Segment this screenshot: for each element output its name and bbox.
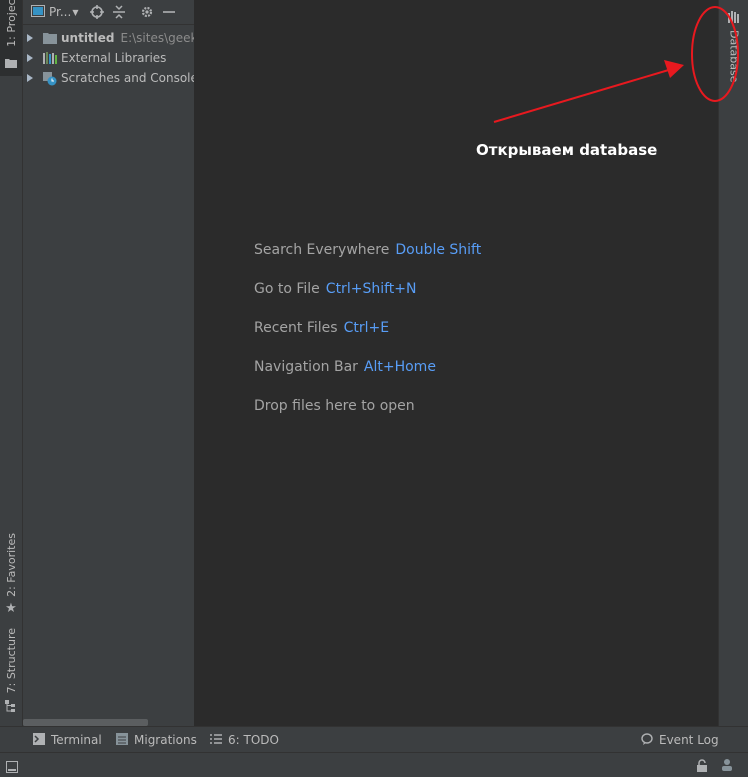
database-tool-tab[interactable]: Database [719,8,748,83]
gear-icon[interactable] [136,1,158,23]
tree-item-label: External Libraries [61,51,167,65]
structure-tab-label: 7: Structure [4,627,18,693]
database-icon [728,8,740,27]
project-panel: Pr... ▼ untitled E:\sites\geekbra [23,0,195,726]
locate-icon[interactable] [86,1,108,23]
hint-shortcut: Alt+Home [363,359,436,375]
migrations-tab-label: Migrations [134,733,197,747]
inspector-icon[interactable] [720,757,734,776]
bottom-tool-bar: Terminal Migrations 6: TODO Event Log [0,726,748,753]
project-panel-toolbar: Pr... ▼ [23,0,194,25]
scratches-icon [43,72,57,86]
left-tool-stripe: 1: Project 2: Favorites ★ 7: Structure [0,0,23,726]
hint-text: Drop files here to open [254,398,415,414]
hint-text: Search Everywhere [254,242,390,258]
list-icon [210,733,222,748]
project-view-selector[interactable]: Pr... ▼ [31,4,79,20]
hint-shortcut: Ctrl+Shift+N [325,281,417,297]
project-tree: untitled E:\sites\geekbra External Libra… [23,25,194,88]
editor-area: Search Everywhere Double Shift Go to File… [195,0,718,726]
tree-item-scratches[interactable]: Scratches and Consoles [23,68,194,88]
favorites-tab-label: 2: Favorites [4,533,18,597]
expand-arrow-icon[interactable] [27,34,33,42]
hint-shortcut: Double Shift [395,242,482,258]
database-tab-label: Database [727,30,741,83]
structure-icon [5,697,17,716]
migrations-icon [116,732,128,748]
folder-icon [43,32,57,44]
todo-tab[interactable]: 6: TODO [210,733,279,748]
project-tool-tab[interactable]: 1: Project [0,0,22,76]
chevron-down-icon: ▼ [72,7,79,17]
star-icon: ★ [5,601,17,616]
terminal-tab-label: Terminal [51,733,102,747]
favorites-tool-tab[interactable]: 2: Favorites ★ [0,533,22,620]
library-icon [43,52,57,64]
project-view-label: Pr... [49,5,72,19]
folder-icon [5,53,17,72]
hint-drop-files: Drop files here to open [254,398,415,414]
hint-text: Go to File [254,281,320,297]
hint-go-to-file: Go to File Ctrl+Shift+N [254,281,416,297]
hint-shortcut: Ctrl+E [343,320,390,336]
migrations-tab[interactable]: Migrations [116,732,197,748]
hint-text: Navigation Bar [254,359,358,375]
status-bar [0,752,748,777]
right-tool-stripe: Database [718,0,748,726]
annotation-text: Открываем database [476,141,658,159]
event-log-tab[interactable]: Event Log [641,732,719,748]
toggle-tool-windows-icon[interactable] [6,758,18,777]
hint-text: Recent Files [254,320,338,336]
project-view-icon [31,4,45,20]
tree-item-external-libraries[interactable]: External Libraries [23,48,194,68]
project-tab-label: 1: Project [4,0,18,47]
tree-item-label: Scratches and Consoles [61,71,194,85]
tree-item-label: untitled [61,31,115,45]
tree-item-untitled[interactable]: untitled E:\sites\geekbra [23,28,194,48]
tree-item-path: E:\sites\geekbra [120,31,194,45]
hint-search-everywhere: Search Everywhere Double Shift [254,242,481,258]
hide-panel-icon[interactable] [158,1,180,23]
terminal-icon [33,732,45,748]
event-log-tab-label: Event Log [659,733,719,747]
expand-arrow-icon[interactable] [27,74,33,82]
speech-bubble-icon [641,732,653,748]
todo-tab-label: 6: TODO [228,733,279,747]
horizontal-scrollbar[interactable] [23,719,148,726]
expand-arrow-icon[interactable] [27,54,33,62]
lock-icon[interactable] [696,757,708,776]
collapse-all-icon[interactable] [108,1,130,23]
hint-recent-files: Recent Files Ctrl+E [254,320,389,336]
hint-navigation-bar: Navigation Bar Alt+Home [254,359,436,375]
terminal-tab[interactable]: Terminal [33,732,102,748]
structure-tool-tab[interactable]: 7: Structure [0,628,22,720]
